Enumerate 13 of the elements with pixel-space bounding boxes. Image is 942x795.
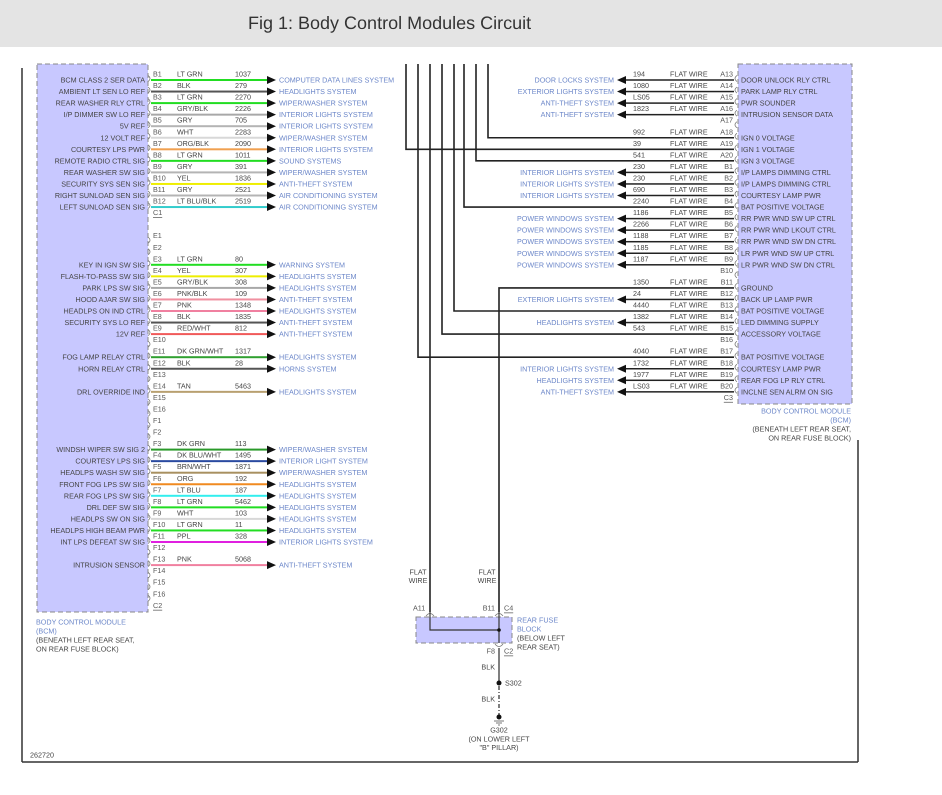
- arrowhead-icon: [267, 388, 276, 396]
- arrowhead-icon: [267, 561, 276, 570]
- page-title: Fig 1: Body Control Modules Circuit: [248, 12, 532, 35]
- ground-icon: [494, 714, 504, 726]
- arrowhead-icon: [617, 318, 626, 327]
- splice-dot: [496, 680, 502, 686]
- wire: [498, 648, 500, 683]
- arrowhead-icon: [617, 295, 626, 304]
- connector-terminal: [426, 613, 434, 616]
- connector-terminal: [494, 613, 504, 616]
- connector-terminal: [494, 644, 504, 647]
- splice-dot: [497, 628, 501, 632]
- wire: [498, 686, 500, 716]
